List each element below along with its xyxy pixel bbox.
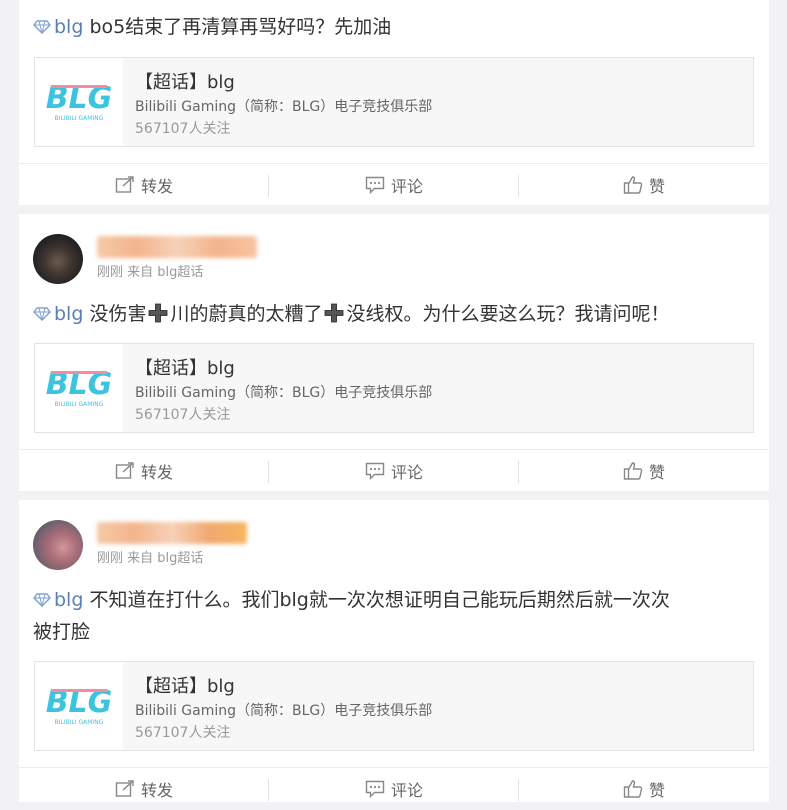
diamond-icon [33,593,51,607]
supertopic-card[interactable]: BLG BILIBILI GAMING 【超话】blg Bilibili Gam… [34,661,754,751]
card-followers: 567107人关注 [135,121,231,137]
repost-icon [115,462,134,479]
diamond-icon [33,307,51,321]
repost-icon [115,176,134,193]
svg-text:BILIBILI GAMING: BILIBILI GAMING [55,719,104,726]
post-text: blg 不知道在打什么。我们blg就一次次想证明自己能玩后期然后就一次次 被打脸 [33,589,670,643]
comment-button[interactable]: 评论 [269,450,519,492]
supertopic-link[interactable]: blg [33,589,83,611]
post-meta: 刚刚 来自 blg超话 [97,551,204,566]
post-card: 刚刚 来自 blg超话 blg 没伤害 川的蔚真的太糟了 没线权。为什么要这么玩？我… [19,214,769,491]
comment-icon [365,462,385,480]
comment-icon [365,780,385,798]
blg-logo: BLG BILIBILI GAMING [35,344,123,432]
svg-text:BILIBILI GAMING: BILIBILI GAMING [55,401,104,408]
action-bar: 转发 评论 赞 [19,767,769,810]
like-button[interactable]: 赞 [519,768,769,810]
blg-logo: BLG BILIBILI GAMING [35,58,123,146]
username-blurred[interactable] [97,522,247,544]
thumbs-up-icon [623,176,643,194]
card-title[interactable]: 【超话】blg [135,672,235,698]
card-title[interactable]: 【超话】blg [135,68,235,94]
repost-button[interactable]: 转发 [19,164,269,206]
card-description: Bilibili Gaming（简称：BLG）电子竞技俱乐部 [135,385,433,401]
avatar[interactable] [33,520,83,570]
comment-button[interactable]: 评论 [269,768,519,810]
svg-text:BILIBILI GAMING: BILIBILI GAMING [55,115,104,122]
post-meta: 刚刚 来自 blg超话 [97,265,204,280]
like-button[interactable]: 赞 [519,450,769,492]
card-description: Bilibili Gaming（简称：BLG）电子竞技俱乐部 [135,703,433,719]
plus-emoji-icon [325,303,344,323]
post-card: 刚刚 来自 blg超话 blg 不知道在打什么。我们blg就一次次想证明自己能玩… [19,500,769,802]
post-card: blg bo5结束了再清算再骂好吗？先加油 BLG BILIBILI GAMIN… [19,0,769,205]
supertopic-link[interactable]: blg [33,16,83,38]
supertopic-card[interactable]: BLG BILIBILI GAMING 【超话】blg Bilibili Gam… [34,57,754,147]
avatar[interactable] [33,234,83,284]
thumbs-up-icon [623,780,643,798]
diamond-icon [33,20,51,34]
blg-logo: BLG BILIBILI GAMING [35,662,123,750]
like-button[interactable]: 赞 [519,164,769,206]
username-blurred[interactable] [97,236,257,258]
thumbs-up-icon [623,462,643,480]
post-text: blg bo5结束了再清算再骂好吗？先加油 [33,11,753,43]
action-bar: 转发 评论 赞 [19,449,769,492]
comment-button[interactable]: 评论 [269,164,519,206]
supertopic-card[interactable]: BLG BILIBILI GAMING 【超话】blg Bilibili Gam… [34,343,754,433]
action-bar: 转发 评论 赞 [19,163,769,206]
card-followers: 567107人关注 [135,407,231,423]
supertopic-link[interactable]: blg [33,303,83,325]
card-title[interactable]: 【超话】blg [135,354,235,380]
repost-icon [115,780,134,797]
card-followers: 567107人关注 [135,725,231,741]
repost-button[interactable]: 转发 [19,768,269,810]
comment-icon [365,176,385,194]
post-text: blg 没伤害 川的蔚真的太糟了 没线权。为什么要这么玩？我请问呢！ [33,298,753,330]
card-description: Bilibili Gaming（简称：BLG）电子竞技俱乐部 [135,99,433,115]
plus-emoji-icon [149,303,168,323]
repost-button[interactable]: 转发 [19,450,269,492]
